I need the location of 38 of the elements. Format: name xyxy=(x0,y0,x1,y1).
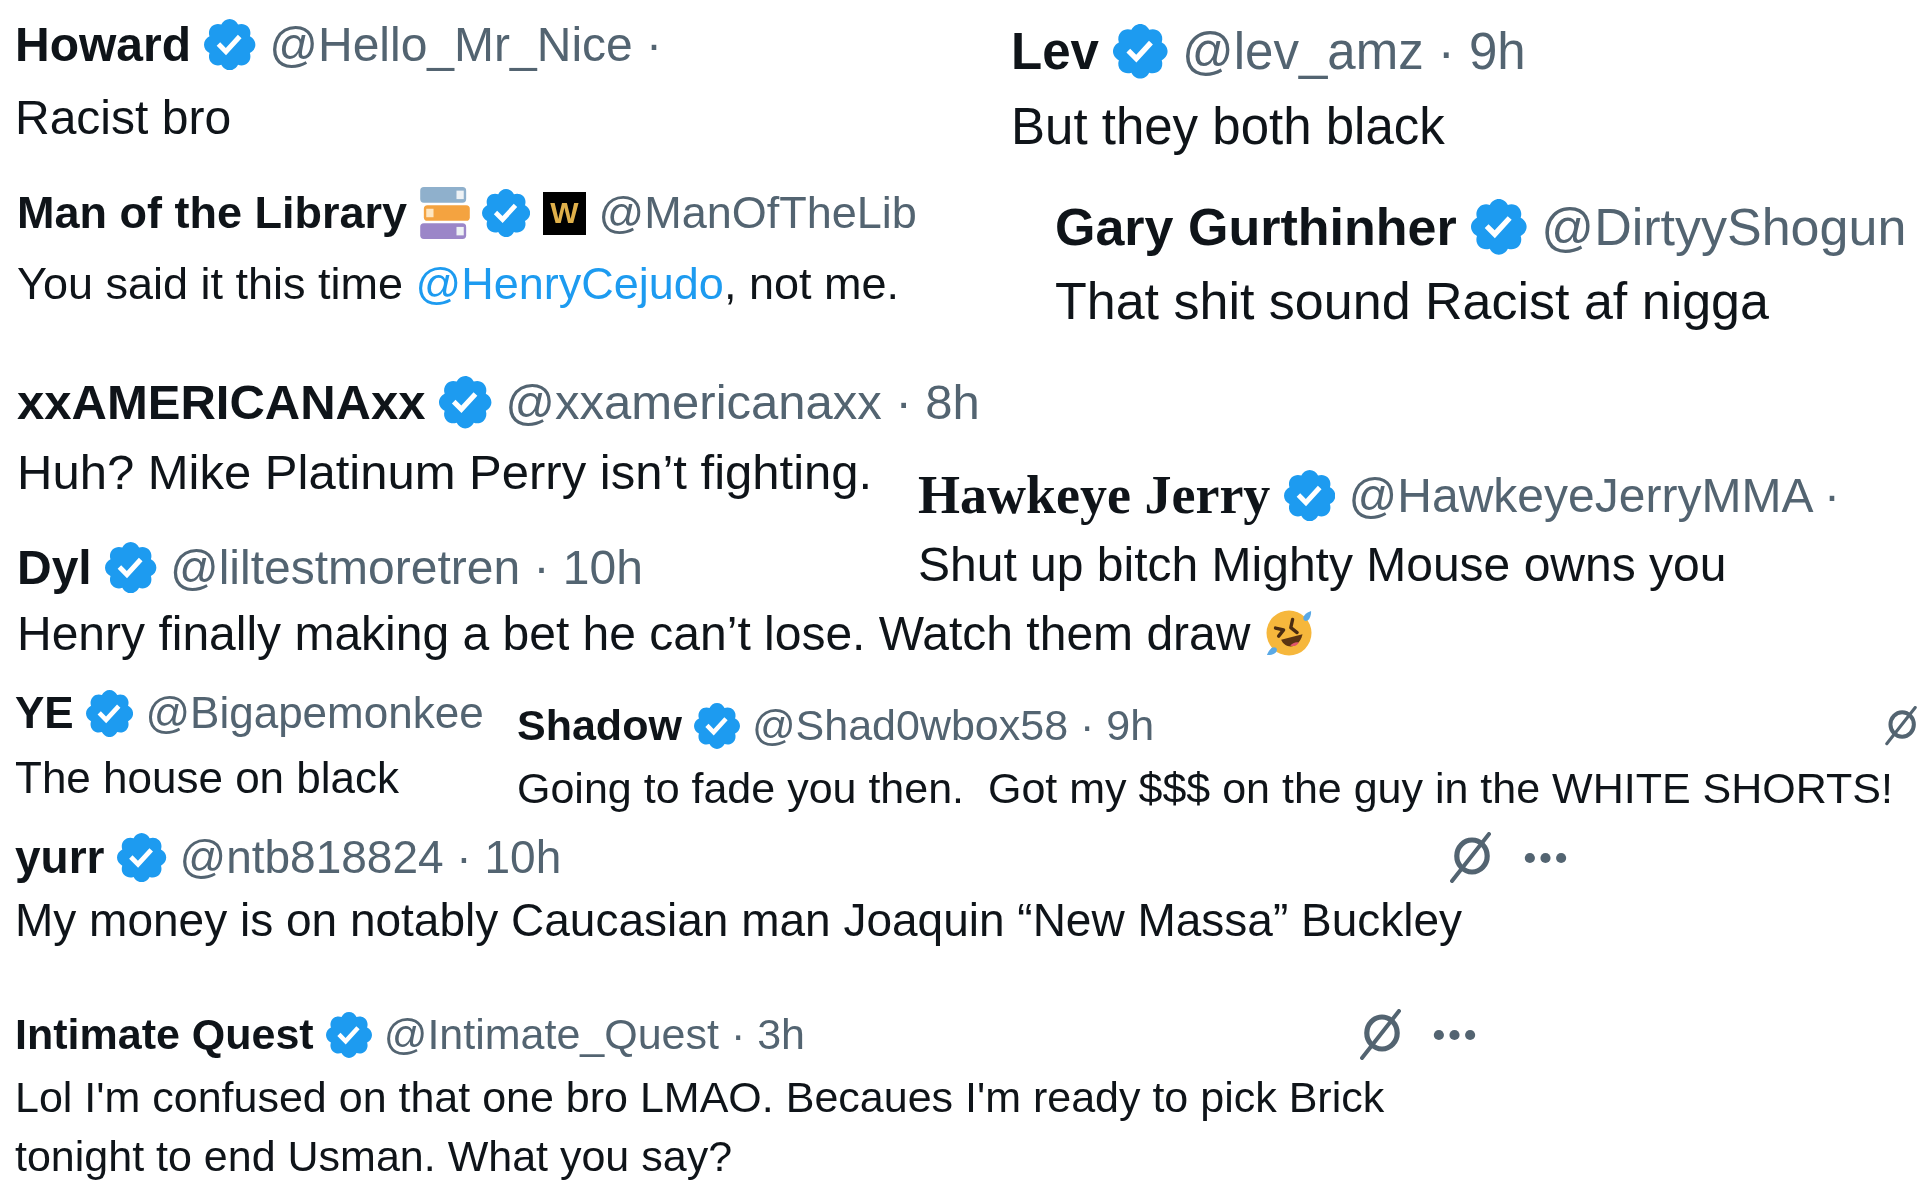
user-name[interactable]: Man of the Library xyxy=(17,186,408,240)
tweet-text: But they both black xyxy=(1011,97,1445,158)
more-icon[interactable] xyxy=(1433,1029,1476,1041)
tweet-text: Lol I'm confused on that one bro LMAO. Becaues I'm ready to pick Brick tonight to end Usman. What you say? xyxy=(15,1072,1386,1182)
slashed-circle-icon[interactable] xyxy=(1884,705,1918,746)
more-icon[interactable] xyxy=(1524,851,1567,864)
user-handle[interactable]: @ManOfTheLib xyxy=(598,186,917,240)
user-name[interactable]: Dyl xyxy=(17,539,92,597)
books-icon xyxy=(419,187,470,239)
tweet-text: Going to fade you then. Got my $$$ on the guy in the WHITE SHORTS! xyxy=(517,762,1893,814)
user-handle[interactable]: @HawkeyeJerryMMA · xyxy=(1348,466,1841,525)
user-name[interactable]: Shadow xyxy=(517,700,682,752)
user-name[interactable]: Gary Gurthinher xyxy=(1055,196,1457,259)
user-name[interactable]: Lev xyxy=(1011,21,1099,83)
user-handle[interactable]: @lev_amz · 9h xyxy=(1182,21,1526,83)
user-handle[interactable]: @liltestmoretren · 10h xyxy=(169,539,643,597)
affiliate-logo: W xyxy=(542,191,586,235)
user-handle[interactable]: @Bigapemonkee xyxy=(145,687,484,740)
user-handle[interactable]: @Shad0wbox58 · 9h xyxy=(751,700,1155,752)
user-name[interactable]: yurr xyxy=(15,830,105,886)
tweet-text: You said it this time @HenryCejudo, not me. xyxy=(17,257,899,311)
tweet-text: My money is on notably Caucasian man Joaquin “New Massa” Buckley xyxy=(15,893,1463,949)
user-handle[interactable]: @xxamericanaxx · 8h xyxy=(505,373,980,432)
tweet-text: Henry finally making a bet he can’t lose. Watch them draw xyxy=(17,605,1251,662)
user-name[interactable]: xxAMERICANAxx xyxy=(17,373,426,432)
user-name[interactable]: Intimate Quest xyxy=(15,1009,314,1061)
tweet-text: That shit sound Racist af nigga xyxy=(1055,271,1769,333)
user-handle[interactable]: @Hello_Mr_Nice · xyxy=(269,16,663,74)
user-handle[interactable]: @DirtyyShogun xyxy=(1541,196,1907,259)
tweet-text: Huh? Mike Platinum Perry isn’t fighting. xyxy=(17,443,873,501)
user-handle[interactable]: @Intimate_Quest · 3h xyxy=(383,1009,806,1061)
user-name[interactable]: Howard xyxy=(15,16,191,74)
user-handle[interactable]: @ntb818824 · 10h xyxy=(179,830,562,886)
tweet-text: The house on black xyxy=(15,751,400,804)
user-name[interactable]: YE xyxy=(15,687,74,740)
user-name[interactable]: Hawkeye Jerry xyxy=(918,463,1271,528)
tweet-text: Shut up bitch Mighty Mouse owns you xyxy=(918,536,1727,593)
tweet-text: Racist bro xyxy=(15,89,232,146)
